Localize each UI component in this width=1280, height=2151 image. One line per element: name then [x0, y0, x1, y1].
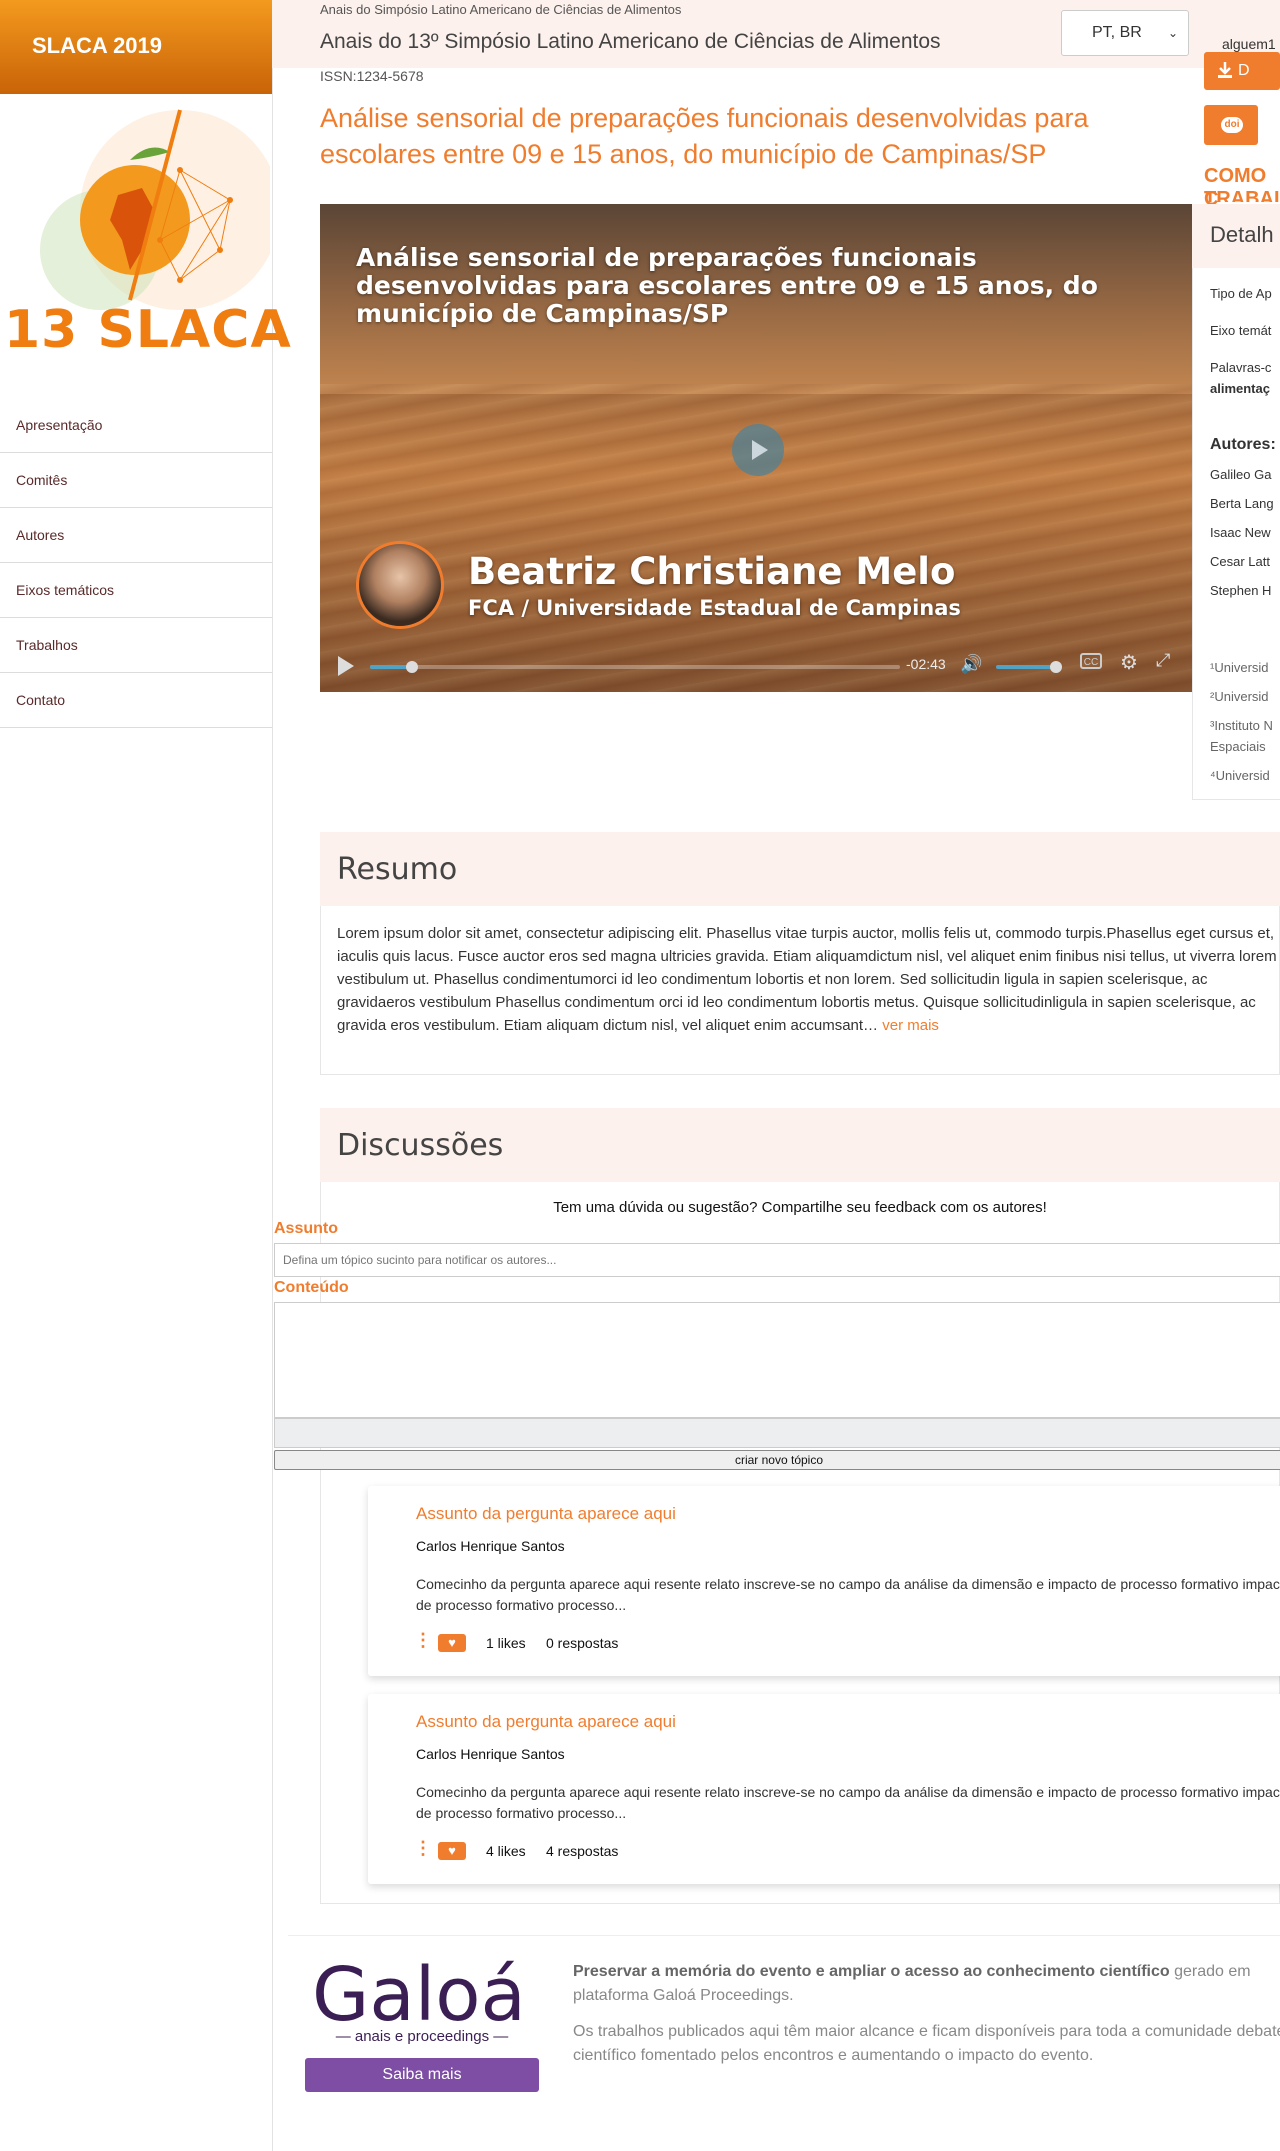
more-options-icon[interactable]: ⋮: [414, 1630, 432, 1651]
speaker-name: Beatriz Christiane Melo: [468, 550, 956, 593]
question-text: Comecinho da pergunta aparece aqui resen…: [416, 1784, 1280, 1821]
logo-text: 13 SLACA: [4, 300, 292, 360]
language-value: PT, BR: [1092, 24, 1142, 41]
play-icon[interactable]: [732, 424, 784, 476]
details-title: Detalh: [1210, 222, 1274, 247]
detail-tipo: Tipo de Ap: [1210, 286, 1272, 301]
brand-title[interactable]: SLACA 2019: [32, 33, 162, 59]
sidebar-nav: Apresentação Comitês Autores Eixos temát…: [0, 398, 272, 728]
replies-count[interactable]: 0 respostas: [546, 1635, 618, 1651]
replies-count[interactable]: 4 respostas: [546, 1843, 618, 1859]
authors-label: Autores:: [1210, 436, 1276, 453]
detail-eixo: Eixo temát: [1210, 323, 1272, 338]
detail-palavras: Palavras-c: [1210, 360, 1272, 375]
resumo-title: Resumo: [337, 852, 458, 887]
question-card[interactable]: Assunto da pergunta aparece aqui Carlos …: [368, 1486, 1280, 1676]
speaker-avatar: [356, 541, 444, 629]
affiliation-item: ³Instituto N: [1210, 718, 1273, 733]
author-item[interactable]: Galileo Ga: [1210, 467, 1271, 482]
footer-bold: Preservar a memória do evento e ampliar …: [573, 1963, 1170, 1980]
author-item[interactable]: Berta Lang: [1210, 496, 1274, 511]
paper-title: Análise sensorial de preparações funcion…: [320, 103, 1089, 169]
affiliation-item: ²Universid: [1210, 689, 1269, 704]
sidebar-item-eixos[interactable]: Eixos temáticos: [0, 563, 272, 618]
fullscreen-icon[interactable]: ⤢: [1156, 650, 1170, 671]
doi-button[interactable]: doi: [1204, 105, 1258, 145]
footer-paragraph-2: Os trabalhos publicados aqui têm maior a…: [573, 2023, 1280, 2064]
event-logo: [40, 109, 270, 310]
video-player[interactable]: Análise sensorial de preparações funcion…: [320, 204, 1192, 692]
galoa-subtitle-text: anais e proceedings: [354, 2028, 490, 2045]
detail-palavras-value: alimentaç: [1210, 381, 1270, 396]
volume-icon[interactable]: 🔊: [960, 654, 982, 675]
galoa-logo: Galoá: [312, 1952, 526, 2038]
question-title[interactable]: Assunto da pergunta aparece aqui: [416, 1504, 676, 1524]
download-label: D: [1238, 62, 1250, 79]
seek-bar[interactable]: [370, 661, 900, 673]
assunto-label: Assunto: [274, 1220, 338, 1237]
volume-slider[interactable]: [996, 665, 1056, 669]
sidebar-item-apresentacao[interactable]: Apresentação: [0, 398, 272, 453]
footer-paragraph-1: Preservar a memória do evento e ampliar …: [573, 1960, 1280, 2008]
conteudo-textarea[interactable]: [274, 1302, 1280, 1418]
question-text: Comecinho da pergunta aparece aqui resen…: [416, 1576, 1280, 1613]
ver-mais-link[interactable]: ver mais: [882, 1017, 939, 1034]
more-options-icon[interactable]: ⋮: [414, 1838, 432, 1859]
question-author: Carlos Henrique Santos: [416, 1538, 565, 1554]
sidebar-header[interactable]: SLACA 2019: [0, 0, 272, 94]
conteudo-label: Conteúdo: [274, 1279, 349, 1296]
editor-toolbar: [274, 1418, 1280, 1448]
gear-icon[interactable]: ⚙: [1120, 650, 1138, 675]
author-item[interactable]: Stephen H: [1210, 583, 1271, 598]
saiba-mais-button[interactable]: Saiba mais: [305, 2058, 539, 2092]
resumo-body: Lorem ipsum dolor sit amet, consectetur …: [337, 925, 1277, 1034]
affiliation-item: ⁴Universid: [1210, 768, 1270, 783]
sidebar-item-contato[interactable]: Contato: [0, 673, 272, 728]
author-item[interactable]: Cesar Latt: [1210, 554, 1270, 569]
galoa-subtitle: — anais e proceedings —: [335, 2028, 509, 2045]
author-item[interactable]: Isaac New: [1210, 525, 1271, 540]
likes-count: 4 likes: [486, 1843, 526, 1859]
language-select[interactable]: PT, BR ⌄: [1061, 10, 1189, 56]
chevron-down-icon: ⌄: [1167, 26, 1178, 40]
download-icon: [1218, 62, 1232, 78]
doi-icon: doi: [1221, 117, 1243, 133]
affiliation-item: ¹Universid: [1210, 660, 1269, 675]
issn: ISSN:1234-5678: [320, 68, 424, 84]
captions-icon[interactable]: CC: [1080, 653, 1102, 669]
volume-handle[interactable]: [1050, 661, 1062, 673]
proceedings-title: Anais do 13º Simpósio Latino Americano d…: [320, 30, 941, 53]
como-citar-heading-2: TRABAL: [1204, 188, 1280, 202]
question-author: Carlos Henrique Santos: [416, 1746, 565, 1762]
affiliation-item: Espaciais: [1210, 739, 1266, 754]
question-title[interactable]: Assunto da pergunta aparece aqui: [416, 1712, 676, 1732]
likes-count: 1 likes: [486, 1635, 526, 1651]
heart-icon[interactable]: ♥: [438, 1842, 466, 1860]
sidebar-item-autores[interactable]: Autores: [0, 508, 272, 563]
breadcrumb[interactable]: Anais do Simpósio Latino Americano de Ci…: [320, 2, 681, 17]
create-topic-button[interactable]: criar novo tópico: [274, 1450, 1280, 1470]
resumo-text: Lorem ipsum dolor sit amet, consectetur …: [337, 922, 1280, 1062]
sidebar-item-trabalhos[interactable]: Trabalhos: [0, 618, 272, 673]
footer-divider: [288, 1935, 1280, 1936]
play-control-icon[interactable]: [338, 656, 354, 676]
sidebar-item-comites[interactable]: Comitês: [0, 453, 272, 508]
video-title: Análise sensorial de preparações funcion…: [356, 243, 1098, 328]
time-remaining: -02:43: [906, 656, 946, 672]
heart-icon[interactable]: ♥: [438, 1634, 466, 1652]
assunto-input[interactable]: [274, 1243, 1280, 1277]
download-button[interactable]: D: [1204, 52, 1280, 90]
question-card[interactable]: Assunto da pergunta aparece aqui Carlos …: [368, 1694, 1280, 1884]
resumo-header: [320, 832, 1280, 906]
user-name[interactable]: alguem1: [1222, 36, 1276, 52]
speaker-affiliation: FCA / Universidade Estadual de Campinas: [468, 596, 961, 620]
discussions-prompt: Tem uma dúvida ou sugestão? Compartilhe …: [553, 1199, 1047, 1216]
discussions-title: Discussões: [337, 1128, 504, 1163]
